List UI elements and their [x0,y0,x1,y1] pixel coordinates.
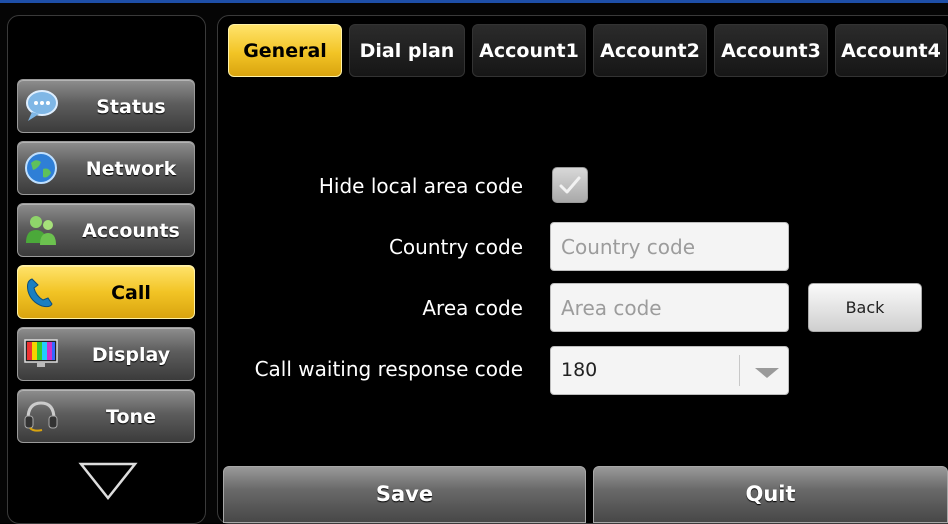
sidebar-item-call[interactable]: Call [17,265,195,319]
sidebar-item-network[interactable]: Network [17,141,195,195]
sidebar-item-label: Display [91,344,171,366]
country-code-label: Country code [388,235,523,259]
chat-bubble-icon [22,87,60,125]
globe-icon [22,149,60,187]
back-button[interactable]: Back [808,283,922,332]
area-code-input[interactable] [550,283,789,332]
tab-account1[interactable]: Account1 [472,24,586,77]
sidebar-item-label: Call [111,282,151,304]
selected-value: 180 [561,359,598,381]
triangle-down-icon[interactable] [78,461,138,501]
country-code-input[interactable] [550,222,789,271]
sidebar-item-label: Network [85,158,177,180]
sidebar-item-tone[interactable]: Tone [17,389,195,443]
hide-local-area-code-label: Hide local area code [318,174,523,198]
call-waiting-response-code-select[interactable]: 180 [550,346,789,395]
area-code-label: Area code [422,296,523,320]
sidebar-item-status[interactable]: Status [17,79,195,133]
tab-account2[interactable]: Account2 [593,24,707,77]
sidebar-item-label: Status [96,96,166,118]
users-icon [22,211,60,249]
tab-dial-plan[interactable]: Dial plan [349,24,465,77]
sidebar: Status Network Accounts Call Display Ton… [7,15,206,524]
hide-local-area-code-checkbox[interactable] [552,167,588,203]
headset-icon [22,397,60,435]
tab-general[interactable]: General [228,24,342,77]
tab-account3[interactable]: Account3 [714,24,828,77]
sidebar-item-accounts[interactable]: Accounts [17,203,195,257]
save-button[interactable]: Save [223,466,586,523]
sidebar-item-display[interactable]: Display [17,327,195,381]
select-divider [739,355,740,386]
checkmark-icon [559,176,581,194]
quit-button[interactable]: Quit [593,466,948,523]
sidebar-item-label: Tone [106,406,156,428]
chevron-down-icon [755,368,779,378]
monitor-icon [22,335,60,373]
sidebar-item-label: Accounts [82,220,180,242]
phone-handset-icon [22,273,60,311]
call-waiting-response-code-label: Call waiting response code [254,357,523,381]
tab-account4[interactable]: Account4 [835,24,947,77]
